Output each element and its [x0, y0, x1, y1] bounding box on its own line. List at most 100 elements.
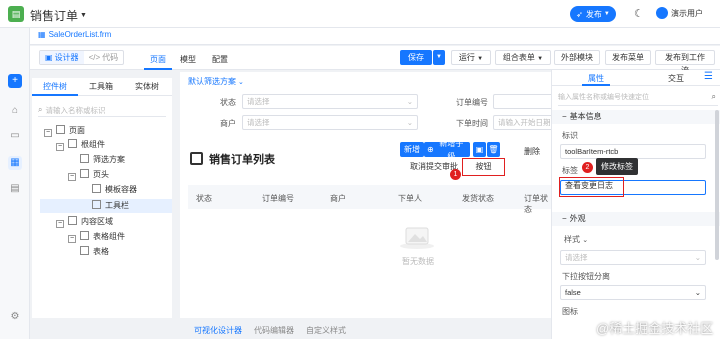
tree-item-toolbar[interactable]: 工具栏: [40, 199, 172, 213]
tab-custom-style[interactable]: 自定义样式: [300, 325, 352, 336]
collapse-icon[interactable]: −: [44, 129, 52, 137]
app-title-dropdown[interactable]: 销售订单 ▼: [30, 7, 87, 24]
editor-toolbar: ▣ 设计器 </> 代码 页面 模型 配置 保存 ▼ 运行 ▼ 组合表单 ▼ 外部模…: [30, 46, 720, 75]
props-scrollbar[interactable]: [715, 110, 719, 260]
style-select[interactable]: 请选择 ⌄: [560, 250, 706, 265]
style-placeholder: 请选择: [565, 253, 588, 262]
save-button[interactable]: 保存: [400, 50, 432, 65]
user-menu[interactable]: 演示用户: [656, 7, 703, 19]
delete-button[interactable]: 删除: [524, 146, 540, 157]
add-icon[interactable]: +: [8, 74, 22, 88]
app-title: 销售订单: [30, 9, 79, 23]
order-time-input[interactable]: 请输入开始日期: [493, 115, 553, 130]
collapse-icon: −: [562, 112, 567, 121]
tab-toolbox[interactable]: 工具箱: [78, 78, 124, 96]
collapse-icon[interactable]: −: [56, 143, 64, 151]
empty-state-icon: [398, 222, 436, 250]
collapse-icon[interactable]: −: [56, 220, 64, 228]
watermark: @稀土掘金技术社区: [596, 321, 714, 336]
publish-workflow-button[interactable]: 发布到工作流: [655, 50, 715, 75]
label-value: 查看变更日志: [565, 181, 613, 190]
save-button-group: 保存 ▼: [400, 50, 445, 65]
appearance-section[interactable]: − 外观: [552, 212, 720, 226]
container-icon: [80, 169, 89, 178]
tree-item-table-component[interactable]: − 表格组件: [68, 230, 125, 244]
filter-scheme-dropdown[interactable]: 默认筛选方案 ⌄: [188, 76, 244, 87]
icon-label: 图标: [562, 307, 578, 316]
tab-config[interactable]: 配置: [206, 54, 234, 65]
appearance-label: 外观: [569, 214, 586, 223]
tree-item-root[interactable]: − 根组件: [56, 138, 105, 152]
dropdown-split-value: false: [565, 288, 581, 297]
user-name: 演示用户: [671, 8, 703, 18]
designer-toggle[interactable]: ▣ 设计器: [40, 51, 84, 64]
tree-search[interactable]: ⌕ 请输入名称或标识: [38, 104, 166, 117]
column-customer: 商户: [330, 194, 346, 203]
run-button[interactable]: 运行 ▼: [451, 50, 491, 65]
tab-page[interactable]: 页面: [144, 54, 172, 70]
status-select[interactable]: 请选择 ⌄: [242, 94, 418, 109]
basic-info-label: 基本信息: [569, 112, 602, 121]
moon-icon[interactable]: ☾: [634, 7, 644, 20]
save-dropdown-button[interactable]: ▼: [433, 50, 445, 65]
tree-item-label: 表格: [93, 247, 109, 256]
tree-item-label: 内容区域: [81, 217, 113, 226]
list-icon: [190, 152, 203, 165]
code-toggle[interactable]: </> 代码: [84, 51, 124, 64]
order-no-input[interactable]: [493, 94, 553, 109]
tab-model[interactable]: 模型: [174, 54, 202, 65]
style-label-text: 样式: [564, 235, 580, 244]
file-tab[interactable]: ▦ SaleOrderList.frm: [38, 30, 111, 39]
tab-properties[interactable]: 属性: [582, 73, 610, 86]
order-time-label: 下单时间: [456, 119, 488, 128]
new-child-button[interactable]: ⊕ 新增子级: [424, 139, 470, 161]
props-search[interactable]: 输入属性名称或编号快速定位 ⌕: [558, 92, 718, 106]
combo-form-button[interactable]: 组合表单 ▼: [495, 50, 551, 65]
chevron-down-icon: ⌄: [406, 97, 413, 106]
menu-icon[interactable]: ☰: [704, 71, 713, 82]
chat-icon[interactable]: ▭: [8, 129, 22, 143]
table-component-icon: [80, 231, 89, 240]
new-button[interactable]: 新增: [400, 142, 424, 157]
design-canvas: 默认筛选方案 ⌄ 状态 请选择 ⌄ 订单编号 商户 请选择 ⌄ 下单时间 请输入开始日…: [180, 72, 553, 318]
delete-icon[interactable]: 🗑: [487, 142, 500, 157]
collapse-icon[interactable]: −: [68, 173, 76, 181]
tab-entity-tree[interactable]: 实体树: [124, 78, 170, 96]
tree-item-filter[interactable]: 筛选方案: [80, 153, 125, 167]
tree-item-page[interactable]: − 页面: [44, 124, 85, 138]
bottom-tabs: 可视化设计器 代码编辑器 自定义样式: [180, 321, 552, 339]
external-module-button[interactable]: 外部模块: [554, 50, 600, 65]
tab-visual-designer[interactable]: 可视化设计器: [188, 325, 248, 336]
left-rail: + ⌂ ▭ ▦ ▤ ⚙: [0, 28, 30, 339]
tab-interaction[interactable]: 交互: [662, 73, 690, 84]
form-icon[interactable]: ▦: [8, 156, 22, 170]
file-tab-name: SaleOrderList.frm: [48, 30, 112, 39]
home-icon[interactable]: ⌂: [8, 104, 22, 118]
copy-icon[interactable]: ▣: [473, 142, 486, 157]
document-icon[interactable]: ▤: [8, 182, 22, 196]
tab-control-tree[interactable]: 控件树: [32, 78, 78, 96]
id-input[interactable]: toolBarItem-rtcb: [560, 144, 706, 159]
table-header: [188, 185, 552, 209]
tree-item-header[interactable]: − 页头: [68, 168, 109, 182]
label-value-highlight: 查看变更日志: [559, 177, 624, 197]
collapse-icon[interactable]: −: [68, 235, 76, 243]
control-tree-panel: 控件树 工具箱 实体树 ⌕ 请输入名称或标识 − 页面 − 根组件 筛选方案 − 页头…: [32, 78, 172, 318]
settings-icon[interactable]: ⚙: [8, 310, 22, 324]
component-icon: [68, 139, 77, 148]
chevron-down-icon: ⌄: [238, 78, 244, 86]
tree-item-table[interactable]: 表格: [80, 245, 109, 259]
customer-select[interactable]: 请选择 ⌄: [242, 115, 418, 130]
dropdown-split-select[interactable]: false ⌄: [560, 285, 706, 300]
caret-down-icon: ▼: [603, 11, 610, 17]
tree-item-template[interactable]: 模板容器: [92, 183, 137, 197]
tab-code-editor[interactable]: 代码编辑器: [248, 325, 300, 336]
button-item[interactable]: 按钮: [462, 158, 505, 176]
publish-button[interactable]: ➶ 发布 ▼: [570, 6, 616, 22]
tree-item-content[interactable]: − 内容区域: [56, 215, 113, 229]
filter-scheme-label: 默认筛选方案: [188, 77, 236, 86]
plus-circle-icon: ⊕: [427, 145, 434, 154]
basic-info-section[interactable]: − 基本信息: [552, 110, 720, 124]
publish-menu-button[interactable]: 发布菜单: [605, 50, 651, 65]
code-label: 代码: [102, 53, 119, 62]
